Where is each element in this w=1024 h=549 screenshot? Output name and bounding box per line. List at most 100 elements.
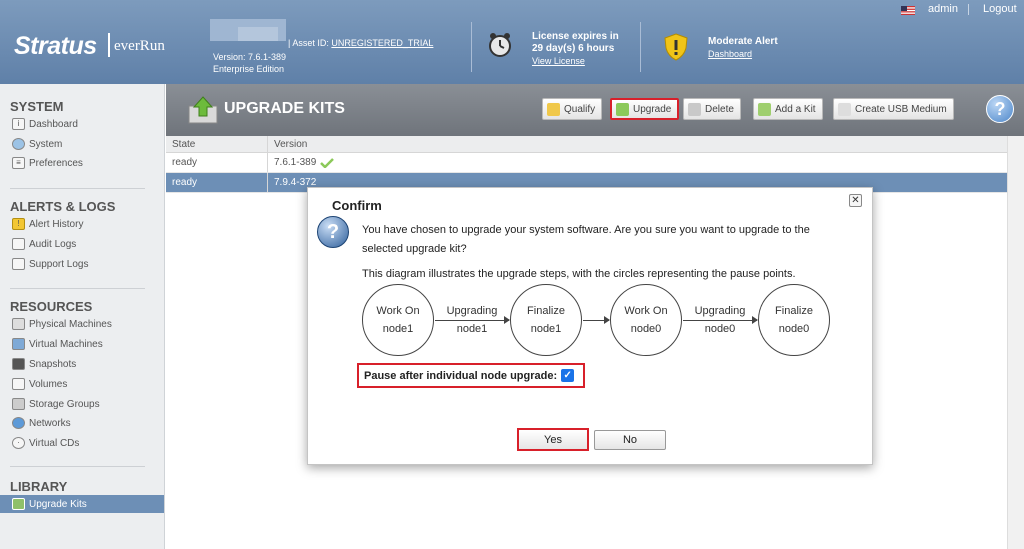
qualify-icon: [547, 102, 560, 116]
sidebar-item-upgrade-kits[interactable]: Upgrade Kits: [0, 495, 164, 513]
asset-id-link[interactable]: UNREGISTERED_TRIAL: [331, 38, 433, 48]
us-flag-icon[interactable]: [901, 6, 915, 15]
confirm-dialog: Confirm ✕ ? You have chosen to upgrade y…: [307, 187, 873, 465]
sidebar-item-label: Virtual Machines: [29, 338, 103, 350]
upgrade-button[interactable]: Upgrade: [610, 98, 680, 120]
globe-icon: [12, 138, 25, 150]
step-arrow: [583, 316, 610, 324]
header-divider: [471, 22, 472, 72]
sidebar-item-label: Networks: [29, 417, 71, 429]
pause-option: Pause after individual node upgrade: ✓: [357, 363, 585, 388]
sidebar-item-label: Alert History: [29, 218, 84, 230]
column-header-state[interactable]: State: [166, 136, 268, 152]
page-toolbar: UPGRADE KITS Qualify Upgrade Delete Add …: [166, 84, 1024, 136]
sidebar-item-preferences[interactable]: ≡ Preferences: [12, 154, 162, 172]
alarm-clock-icon: [489, 33, 511, 57]
vertical-scrollbar[interactable]: [1007, 136, 1024, 549]
alert-dashboard-link[interactable]: Dashboard: [708, 49, 752, 59]
sidebar-item-virtual-cds[interactable]: · Virtual CDs: [12, 434, 162, 452]
diagram-description: This diagram illustrates the upgrade ste…: [362, 268, 796, 280]
step-circle-work-on-node0: Work On node0: [610, 284, 682, 356]
sidebar-item-label: Physical Machines: [29, 318, 112, 330]
section-title-alerts: ALERTS & LOGS: [10, 199, 116, 214]
usb-icon: [838, 102, 851, 116]
top-separator: [968, 4, 969, 15]
user-name-link[interactable]: admin: [928, 3, 958, 15]
virtual-machine-icon: [12, 338, 25, 350]
question-icon: ?: [317, 216, 349, 248]
edition-line: Enterprise Edition: [213, 64, 285, 74]
section-title-library: LIBRARY: [10, 479, 68, 494]
section-title-resources: RESOURCES: [10, 299, 93, 314]
document-edit-icon: [12, 258, 25, 270]
sidebar-item-volumes[interactable]: Volumes: [12, 375, 162, 393]
delete-button[interactable]: Delete: [683, 98, 741, 120]
upgrade-kit-icon: [12, 498, 25, 510]
logout-link[interactable]: Logout: [983, 3, 1017, 15]
sidebar-item-label: Audit Logs: [29, 238, 77, 250]
sidebar-item-storage-groups[interactable]: Storage Groups: [12, 395, 162, 413]
sidebar-item-physical-machines[interactable]: Physical Machines: [12, 315, 162, 333]
server-icon: [12, 318, 25, 330]
close-icon[interactable]: ✕: [849, 194, 862, 207]
step-text: node0: [704, 323, 736, 335]
table-row[interactable]: ready 7.6.1-389: [166, 153, 1007, 173]
step-circle-work-on-node1: Work On node1: [362, 284, 434, 356]
step-text: Work On: [376, 305, 420, 317]
help-icon[interactable]: ?: [986, 95, 1014, 123]
sidebar-item-label: Dashboard: [29, 118, 78, 130]
qualify-label: Qualify: [564, 103, 596, 115]
sidebar-item-virtual-machines[interactable]: Virtual Machines: [12, 335, 162, 353]
step-text: Work On: [624, 305, 668, 317]
sidebar-item-label: Snapshots: [29, 358, 77, 370]
yes-button[interactable]: Yes: [517, 428, 589, 451]
info-icon: i: [12, 118, 25, 130]
sidebar-item-networks[interactable]: Networks: [12, 414, 162, 432]
header-divider: [640, 22, 641, 72]
section-divider: [10, 288, 145, 289]
sidebar-item-label: Virtual CDs: [29, 437, 80, 449]
step-circle-finalize-node1: Finalize node1: [510, 284, 582, 356]
logo-separator: [108, 33, 110, 57]
step-text: node0: [778, 323, 810, 335]
step-text: node1: [456, 323, 488, 335]
section-divider: [10, 466, 145, 467]
cell-version: 7.6.1-389: [268, 153, 335, 172]
section-title-system: SYSTEM: [10, 99, 64, 114]
create-usb-button[interactable]: Create USB Medium: [833, 98, 954, 120]
sidebar-item-snapshots[interactable]: Snapshots: [12, 355, 162, 373]
version-text: 7.6.1-389: [274, 157, 317, 168]
dialog-title: Confirm: [332, 198, 382, 213]
license-info: License expires in 29 day(s) 6 hours Vie…: [532, 31, 619, 68]
sidebar-item-label: Volumes: [29, 378, 68, 390]
add-kit-label: Add a Kit: [775, 103, 816, 115]
sidebar-item-label: Preferences: [29, 157, 83, 169]
view-license-link[interactable]: View License: [532, 56, 585, 66]
warning-icon: !: [12, 218, 25, 230]
step-text: node1: [530, 323, 562, 335]
sidebar-item-audit-logs[interactable]: Audit Logs: [12, 235, 162, 253]
no-button[interactable]: No: [594, 430, 666, 450]
version-line: Version: 7.6.1-389: [213, 52, 287, 62]
alert-title: Moderate Alert: [708, 36, 778, 47]
pause-label: Pause after individual node upgrade:: [364, 369, 558, 382]
sidebar-item-system[interactable]: System: [12, 135, 162, 153]
asset-id: | Asset ID: UNREGISTERED_TRIAL: [288, 38, 433, 48]
sidebar-item-label: Support Logs: [29, 258, 89, 270]
qualify-button[interactable]: Qualify: [542, 98, 603, 120]
pause-checkbox[interactable]: ✓: [561, 369, 575, 382]
delete-label: Delete: [705, 103, 734, 115]
page-title: UPGRADE KITS: [224, 100, 345, 117]
installed-check-icon: [320, 157, 335, 168]
upgrade-arrow-icon: [616, 102, 629, 116]
network-icon: [12, 417, 25, 429]
sidebar-item-alert-history[interactable]: ! Alert History: [12, 215, 162, 233]
column-header-version[interactable]: Version: [268, 136, 307, 152]
section-divider: [10, 188, 145, 189]
upgrade-kit-icon: [188, 96, 218, 124]
step-label-upgrading-node0: Upgrading node0: [685, 302, 755, 338]
add-kit-button[interactable]: Add a Kit: [753, 98, 823, 120]
sidebar-item-support-logs[interactable]: Support Logs: [12, 255, 162, 273]
sidebar-item-dashboard[interactable]: i Dashboard: [12, 115, 162, 133]
license-line2: 29 day(s) 6 hours: [532, 43, 615, 54]
